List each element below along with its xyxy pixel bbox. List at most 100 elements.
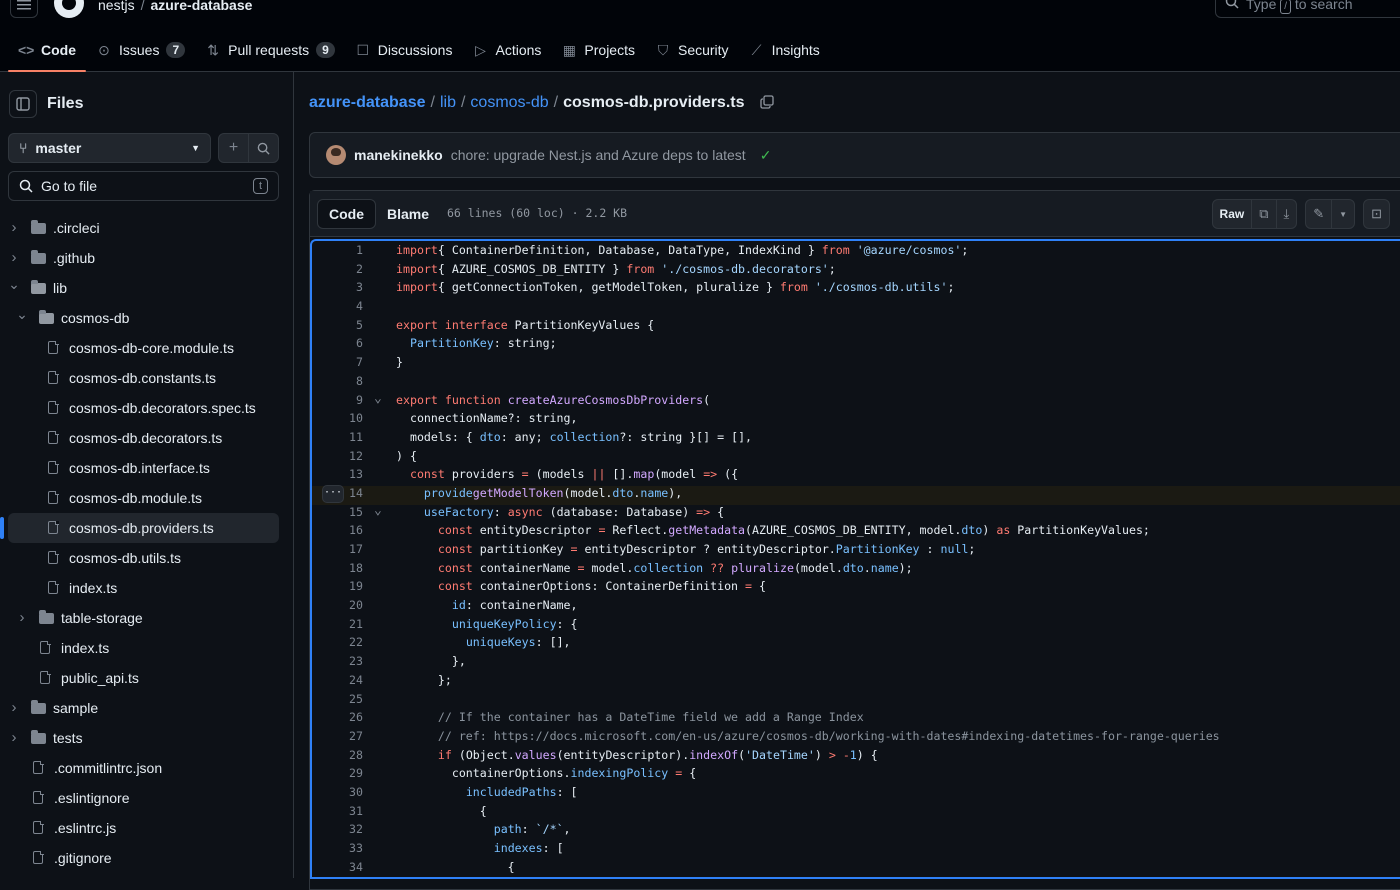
tab-issues[interactable]: ⊙ Issues 7 bbox=[86, 34, 195, 66]
line-number[interactable]: 27 bbox=[312, 729, 363, 743]
commit-message[interactable]: chore: upgrade Nest.js and Azure deps to… bbox=[451, 147, 746, 163]
chevron-right-icon[interactable]: › bbox=[8, 729, 20, 746]
tree-file-item[interactable]: index.ts bbox=[0, 573, 294, 603]
tree-file-item[interactable]: cosmos-db.module.ts bbox=[0, 483, 294, 513]
line-number[interactable]: 2 bbox=[312, 262, 363, 276]
search-input[interactable]: Type / to search bbox=[1215, 0, 1400, 18]
tree-file-item[interactable]: .commitlintrc.json bbox=[0, 753, 294, 783]
commit-author[interactable]: manekinekko bbox=[354, 147, 443, 163]
code-viewer[interactable]: 1 import{ ContainerDefinition, Database, … bbox=[310, 239, 1400, 879]
tree-folder-item[interactable]: ⌄ cosmos-db bbox=[0, 303, 294, 333]
tree-file-item[interactable]: public_api.ts bbox=[0, 663, 294, 693]
breadcrumb-lib-link[interactable]: lib bbox=[440, 94, 456, 112]
github-logo-icon[interactable] bbox=[54, 0, 84, 18]
line-number[interactable]: 19 bbox=[312, 579, 363, 593]
raw-button[interactable]: Raw bbox=[1213, 200, 1253, 228]
tab-discussions[interactable]: ☐ Discussions bbox=[345, 34, 463, 66]
chevron-right-icon[interactable]: › bbox=[8, 699, 20, 716]
chevron-down-icon[interactable]: ▼ bbox=[1332, 200, 1354, 228]
tree-folder-item[interactable]: › .github bbox=[0, 243, 294, 273]
search-files-button[interactable] bbox=[249, 134, 278, 162]
tree-folder-item[interactable]: › tests bbox=[0, 723, 294, 753]
breadcrumb-cosmos-db-link[interactable]: cosmos-db bbox=[470, 94, 548, 112]
go-to-file-input[interactable]: Go to file t bbox=[8, 171, 279, 201]
line-number[interactable]: 13 bbox=[312, 467, 363, 481]
line-number[interactable]: 15 bbox=[312, 505, 363, 519]
tree-folder-item[interactable]: › table-storage bbox=[0, 603, 294, 633]
tab-security[interactable]: ⛉ Security bbox=[645, 34, 739, 66]
line-number[interactable]: 30 bbox=[312, 785, 363, 799]
tree-file-item[interactable]: .eslintrc.js bbox=[0, 813, 294, 843]
line-number[interactable]: 33 bbox=[312, 841, 363, 855]
fold-chevron-icon[interactable]: ⌄ bbox=[374, 391, 382, 406]
tree-file-item[interactable]: cosmos-db.constants.ts bbox=[0, 363, 294, 393]
line-number[interactable]: 6 bbox=[312, 336, 363, 350]
menu-button[interactable] bbox=[10, 0, 38, 18]
tree-file-item[interactable]: cosmos-db-core.module.ts bbox=[0, 333, 294, 363]
check-icon[interactable]: ✓ bbox=[760, 147, 772, 164]
tab-actions[interactable]: ▷ Actions bbox=[462, 34, 551, 66]
tree-folder-item[interactable]: ⌄ lib bbox=[0, 273, 294, 303]
avatar[interactable] bbox=[326, 145, 346, 165]
tab-insights[interactable]: ⟋ Insights bbox=[739, 34, 830, 66]
line-number[interactable]: 12 bbox=[312, 449, 363, 463]
tree-folder-item[interactable]: › sample bbox=[0, 693, 294, 723]
line-number[interactable]: 32 bbox=[312, 822, 363, 836]
line-number[interactable]: 5 bbox=[312, 318, 363, 332]
tree-file-item[interactable]: index.ts bbox=[0, 633, 294, 663]
collapse-sidebar-button[interactable] bbox=[9, 90, 37, 118]
tree-folder-item[interactable]: › .circleci bbox=[0, 213, 294, 243]
line-number[interactable]: 29 bbox=[312, 766, 363, 780]
tree-file-item[interactable]: .gitignore bbox=[0, 843, 294, 873]
line-number[interactable]: 21 bbox=[312, 617, 363, 631]
tree-file-item[interactable]: cosmos-db.decorators.ts bbox=[0, 423, 294, 453]
tab-projects[interactable]: ▦ Projects bbox=[551, 34, 645, 66]
chevron-right-icon[interactable]: › bbox=[8, 219, 20, 236]
code-view-button[interactable]: Code bbox=[317, 199, 376, 229]
line-number[interactable]: 31 bbox=[312, 804, 363, 818]
line-number[interactable]: 8 bbox=[312, 374, 363, 388]
copy-path-icon[interactable] bbox=[759, 94, 774, 112]
copy-raw-icon[interactable]: ⧉ bbox=[1252, 200, 1277, 228]
line-number[interactable]: 3 bbox=[312, 280, 363, 294]
tree-file-item[interactable]: cosmos-db.providers.ts bbox=[0, 513, 279, 543]
tree-file-item[interactable]: cosmos-db.interface.ts bbox=[0, 453, 294, 483]
pencil-icon[interactable]: ✎ bbox=[1306, 200, 1333, 228]
line-number[interactable]: 7 bbox=[312, 355, 363, 369]
chevron-right-icon[interactable]: › bbox=[8, 249, 20, 266]
symbols-panel-button[interactable]: ⊡ bbox=[1363, 199, 1390, 229]
line-number[interactable]: 28 bbox=[312, 748, 363, 762]
line-number[interactable]: 20 bbox=[312, 598, 363, 612]
tree-file-item[interactable]: cosmos-db.utils.ts bbox=[0, 543, 294, 573]
add-file-button[interactable]: + bbox=[219, 134, 249, 162]
line-number[interactable]: 11 bbox=[312, 430, 363, 444]
line-number[interactable]: 34 bbox=[312, 860, 363, 874]
breadcrumb-repo-link[interactable]: azure-database bbox=[309, 94, 426, 112]
blame-view-button[interactable]: Blame bbox=[376, 199, 440, 229]
line-number[interactable]: 14 bbox=[312, 486, 363, 500]
tree-file-item[interactable]: cosmos-db.decorators.spec.ts bbox=[0, 393, 294, 423]
chevron-down-icon[interactable]: ⌄ bbox=[8, 276, 20, 293]
branch-selector[interactable]: ⑂ master ▼ bbox=[8, 133, 211, 163]
download-icon[interactable]: ⤓ bbox=[1277, 200, 1297, 228]
chevron-down-icon[interactable]: ⌄ bbox=[16, 306, 28, 323]
line-number[interactable]: 10 bbox=[312, 411, 363, 425]
line-number[interactable]: 9 bbox=[312, 393, 363, 407]
repo-link[interactable]: azure-database bbox=[150, 0, 252, 13]
chevron-right-icon[interactable]: › bbox=[16, 609, 28, 626]
tab-code[interactable]: <> Code bbox=[8, 34, 86, 72]
line-number[interactable]: 4 bbox=[312, 299, 363, 313]
line-number[interactable]: 24 bbox=[312, 673, 363, 687]
owner-link[interactable]: nestjs bbox=[98, 0, 135, 13]
line-number[interactable]: 1 bbox=[312, 243, 363, 257]
line-number[interactable]: 25 bbox=[312, 692, 363, 706]
line-number[interactable]: 26 bbox=[312, 710, 363, 724]
line-number[interactable]: 23 bbox=[312, 654, 363, 668]
line-number[interactable]: 16 bbox=[312, 523, 363, 537]
line-number[interactable]: 22 bbox=[312, 635, 363, 649]
line-number[interactable]: 18 bbox=[312, 561, 363, 575]
fold-chevron-icon[interactable]: ⌄ bbox=[374, 503, 382, 518]
tree-file-item[interactable]: .eslintignore bbox=[0, 783, 294, 813]
tab-pull-requests[interactable]: ⇅ Pull requests 9 bbox=[195, 34, 345, 66]
line-number[interactable]: 17 bbox=[312, 542, 363, 556]
